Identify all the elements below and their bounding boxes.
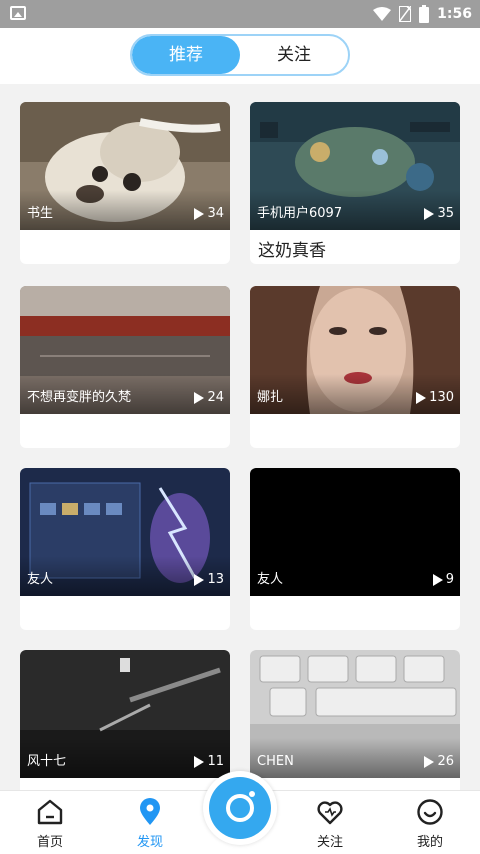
nav-discover[interactable]: 发现: [110, 797, 190, 850]
tab-following[interactable]: 关注: [240, 36, 348, 74]
play-icon: [194, 391, 205, 404]
nav-following[interactable]: 关注: [290, 797, 370, 850]
play-icon: [424, 207, 435, 220]
no-sim-icon: [399, 6, 412, 22]
play-count-value: 24: [207, 390, 224, 405]
author-name: 风十七: [27, 754, 67, 769]
play-count-value: 13: [207, 572, 224, 587]
author-name: 友人: [257, 572, 284, 587]
nav-home-label: 首页: [36, 835, 63, 850]
home-icon: [37, 799, 63, 825]
play-icon: [424, 755, 435, 768]
author-name: 娜扎: [257, 390, 284, 405]
video-card[interactable]: 娜扎 130: [250, 286, 460, 448]
play-count: 13: [194, 572, 224, 587]
video-caption: [20, 596, 230, 630]
video-thumbnail[interactable]: 风十七 11: [20, 650, 230, 778]
play-count-value: 130: [429, 390, 454, 405]
record-video-button[interactable]: [203, 771, 277, 845]
status-time: 1:56: [437, 6, 472, 22]
video-thumbnail[interactable]: 友人 13: [20, 468, 230, 596]
smiley-icon: [417, 799, 443, 825]
nav-discover-label: 发现: [136, 835, 163, 850]
video-caption: [20, 778, 230, 790]
video-caption: [20, 230, 230, 264]
author-name: 书生: [27, 206, 54, 221]
video-caption: 这奶真香: [258, 241, 326, 261]
video-feed: 书生 34 手机用户6097 35 这奶真香 不想再变胖的久梵 24 娜扎 13…: [0, 84, 480, 790]
play-count-value: 11: [207, 754, 224, 769]
nav-home[interactable]: 首页: [10, 797, 90, 850]
play-icon: [416, 391, 427, 404]
play-icon: [194, 755, 205, 768]
video-thumbnail[interactable]: 友人 9: [250, 468, 460, 596]
location-pin-icon: [140, 798, 160, 825]
image-notification-icon: [10, 6, 26, 20]
tab-recommended[interactable]: 推荐: [132, 36, 240, 74]
video-thumbnail[interactable]: 娜扎 130: [250, 286, 460, 414]
play-count: 26: [424, 754, 454, 769]
video-thumbnail[interactable]: 不想再变胖的久梵 24: [20, 286, 230, 414]
battery-icon: [419, 5, 430, 23]
play-count-value: 35: [437, 206, 454, 221]
status-icons: 1:56: [373, 4, 472, 24]
video-caption: [250, 596, 460, 630]
video-card[interactable]: 不想再变胖的久梵 24: [20, 286, 230, 448]
play-count-value: 9: [445, 572, 454, 587]
video-card[interactable]: CHEN 26: [250, 650, 460, 790]
video-card[interactable]: 书生 34: [20, 102, 230, 264]
video-card[interactable]: 风十七 11: [20, 650, 230, 790]
video-caption: [250, 414, 460, 448]
author-name: 手机用户6097: [257, 206, 343, 221]
video-card[interactable]: 友人 9: [250, 468, 460, 630]
nav-following-label: 关注: [316, 835, 343, 850]
play-count: 24: [194, 390, 224, 405]
play-icon: [194, 207, 205, 220]
video-thumbnail[interactable]: CHEN 26: [250, 650, 460, 778]
bottom-nav: 首页 发现 关注 我的: [0, 771, 480, 854]
feed-tab-switcher: 推荐 关注: [130, 34, 350, 76]
video-caption: [250, 778, 460, 790]
play-count-value: 26: [437, 754, 454, 769]
video-card[interactable]: 手机用户6097 35 这奶真香: [250, 102, 460, 264]
play-icon: [432, 573, 443, 586]
author-name: CHEN: [257, 754, 294, 769]
author-name: 不想再变胖的久梵: [27, 390, 132, 405]
top-header: 推荐 关注: [0, 28, 480, 84]
wifi-icon: [373, 7, 392, 21]
video-thumbnail[interactable]: 书生 34: [20, 102, 230, 230]
play-count: 11: [194, 754, 224, 769]
status-bar: 1:56: [0, 0, 480, 28]
play-count-value: 34: [207, 206, 224, 221]
play-count: 35: [424, 206, 454, 221]
heart-icon: [317, 801, 343, 825]
video-thumbnail[interactable]: 手机用户6097 35: [250, 102, 460, 230]
video-card[interactable]: 友人 13: [20, 468, 230, 630]
play-count: 9: [432, 572, 454, 587]
author-name: 友人: [27, 572, 54, 587]
video-caption: [20, 414, 230, 448]
nav-profile-label: 我的: [416, 835, 443, 850]
nav-profile[interactable]: 我的: [390, 797, 470, 850]
play-count: 130: [416, 390, 454, 405]
play-count: 34: [194, 206, 224, 221]
camera-icon: [209, 777, 271, 839]
play-icon: [194, 573, 205, 586]
